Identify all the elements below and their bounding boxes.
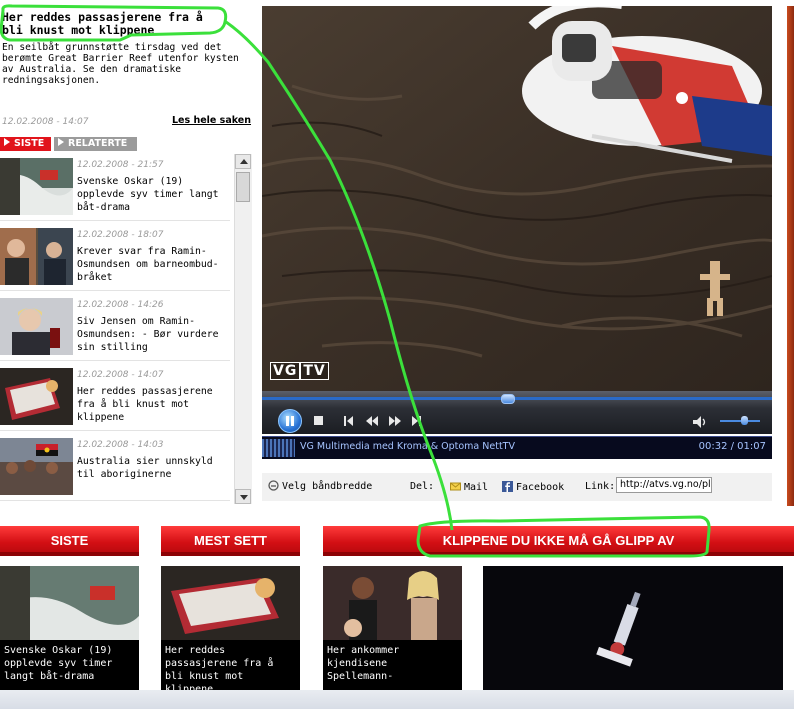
list-scrollbar[interactable] (234, 154, 252, 504)
card-thumbnail (0, 566, 139, 640)
tab-siste[interactable]: SISTE (0, 137, 51, 151)
arrow-down-icon (240, 495, 248, 500)
arrow-up-icon (240, 159, 248, 164)
card-thumbnail (161, 566, 300, 640)
featured-clip[interactable] (483, 566, 783, 690)
link-field[interactable]: http://atvs.vg.no/pla (616, 477, 712, 493)
siste-card[interactable]: Svenske Oskar (19) opplevde syv timer la… (0, 566, 139, 690)
next-button[interactable] (412, 415, 424, 427)
facebook-label: Facebook (516, 482, 565, 493)
vgtv-logo: VG TV (270, 362, 329, 380)
bandwidth-icon (268, 480, 279, 491)
list-item-title: Siv Jensen om Ramin-Osmundsen: - Bør vur… (77, 316, 219, 353)
story-date: 12.02.2008 - 14:07 (2, 117, 89, 127)
video-frame[interactable]: VG TV (262, 6, 772, 391)
section-siste-header[interactable]: SISTE (0, 526, 139, 556)
list-item-title: Krever svar fra Ramin-Osmundsen om barne… (77, 246, 219, 283)
bandwidth-label: Velg båndbredde (282, 481, 373, 492)
fast-forward-button[interactable] (389, 415, 401, 427)
list-item-date: 12.02.2008 - 18:07 (77, 230, 164, 240)
list-thumbnail (0, 298, 73, 355)
mest-sett-card[interactable]: Her reddes passasjerene fra å bli knust … (161, 566, 300, 690)
mail-link[interactable]: Mail (450, 481, 488, 493)
featured-clip-image (483, 566, 783, 690)
window-bottom-edge (0, 690, 794, 709)
play-triangle-icon (4, 138, 10, 146)
list-thumbnail (0, 438, 73, 495)
list-item[interactable]: 12.02.2008 - 18:07 Krever svar fra Ramin… (0, 224, 230, 291)
list-item-date: 12.02.2008 - 14:03 (77, 440, 164, 450)
list-item[interactable]: 12.02.2008 - 14:26 Siv Jensen om Ramin-O… (0, 294, 230, 361)
right-edge-banner (787, 6, 794, 506)
buffer-indicator (262, 439, 295, 457)
list-item-title: Australia sier unnskyld til aboriginerne (77, 456, 213, 480)
share-row: Velg båndbredde Del: Mail Facebook Link:… (262, 473, 772, 501)
player-status-bar: VG Multimedia med Kroma & Optoma NettTV … (262, 436, 772, 459)
list-thumbnail (0, 368, 73, 425)
story-summary: En seilbåt grunnstøtte tirsdag ved det b… (2, 42, 239, 86)
story-title: Her reddes passasjerene fra å bli knust … (2, 10, 203, 37)
mail-label: Mail (464, 482, 489, 493)
list-item-date: 12.02.2008 - 14:26 (77, 300, 164, 310)
list-item[interactable]: 12.02.2008 - 14:07 Her reddes passasjere… (0, 364, 230, 431)
seek-knob[interactable] (500, 394, 515, 404)
card-thumbnail (323, 566, 462, 640)
list-item[interactable]: 12.02.2008 - 14:03 Australia sier unnsky… (0, 434, 230, 501)
mail-icon (450, 482, 461, 491)
share-label: Del: (410, 481, 435, 492)
player-controls (262, 391, 772, 434)
player-time: 00:32 / 01:07 (698, 441, 766, 452)
link-label: Link: (585, 481, 616, 492)
play-triangle-icon (58, 138, 64, 146)
volume-slider[interactable] (720, 420, 760, 422)
list-item-date: 12.02.2008 - 21:57 (77, 160, 164, 170)
bandwidth-selector[interactable]: Velg båndbredde (268, 480, 372, 492)
list-thumbnail (0, 158, 73, 215)
list-item-title: Her reddes passasjerene fra å bli knust … (77, 386, 213, 423)
video-scene-image (262, 6, 772, 391)
volume-knob[interactable] (741, 416, 748, 425)
list-thumbnail (0, 228, 73, 285)
rewind-button[interactable] (366, 415, 378, 427)
stop-button[interactable] (314, 416, 323, 425)
card-caption: Her ankommer kjendisene Spellemann- (327, 645, 400, 682)
section-klippene-label: KLIPPENE DU IKKE MÅ GÅ GLIPP AV (442, 533, 675, 548)
tab-siste-label: SISTE (14, 138, 45, 149)
klippene-card[interactable]: Her ankommer kjendisene Spellemann- (323, 566, 462, 690)
list-item-title: Svenske Oskar (19) opplevde syv timer la… (77, 176, 219, 213)
volume-icon[interactable] (692, 414, 708, 433)
player-status-text: VG Multimedia med Kroma & Optoma NettTV (300, 441, 515, 452)
scroll-thumb[interactable] (236, 172, 250, 202)
section-siste-label: SISTE (50, 533, 89, 548)
facebook-link[interactable]: Facebook (502, 481, 564, 493)
seek-bar[interactable] (262, 397, 772, 400)
scroll-up-button[interactable] (235, 154, 251, 169)
scroll-down-button[interactable] (235, 489, 251, 504)
section-mest-sett-header[interactable]: MEST SETT (161, 526, 300, 556)
section-mest-sett-label: MEST SETT (194, 533, 267, 548)
section-klippene-header[interactable]: KLIPPENE DU IKKE MÅ GÅ GLIPP AV (323, 526, 794, 556)
tab-relaterte-label: RELATERTE (68, 138, 128, 149)
card-caption: Svenske Oskar (19) opplevde syv timer la… (4, 645, 113, 682)
list-item[interactable]: 12.02.2008 - 21:57 Svenske Oskar (19) op… (0, 154, 230, 221)
list-item-date: 12.02.2008 - 14:07 (77, 370, 164, 380)
pause-button[interactable] (278, 409, 302, 433)
tab-relaterte[interactable]: RELATERTE (54, 137, 137, 151)
card-caption: Her reddes passasjerene fra å bli knust … (165, 645, 274, 690)
facebook-icon (502, 481, 513, 492)
read-more-link[interactable]: Les hele saken (172, 115, 251, 126)
video-list: 12.02.2008 - 21:57 Svenske Oskar (19) op… (0, 154, 230, 504)
previous-button[interactable] (344, 415, 356, 427)
